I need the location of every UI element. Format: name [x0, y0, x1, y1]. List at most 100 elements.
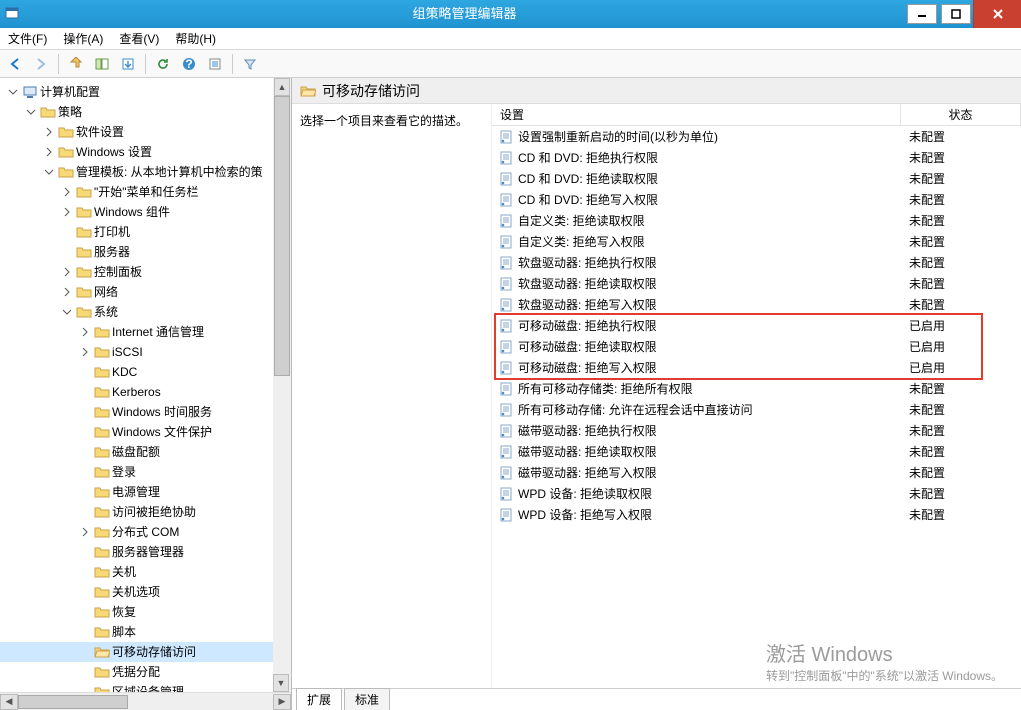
expand-icon[interactable] [78, 325, 92, 339]
setting-status: 未配置 [901, 170, 1021, 187]
list-row[interactable]: 软盘驱动器: 拒绝读取权限未配置 [492, 273, 1021, 294]
folder-icon [76, 305, 92, 319]
tree-item[interactable]: 磁盘配额 [0, 442, 291, 462]
menu-file[interactable]: 文件(F) [0, 28, 55, 50]
tree-item[interactable]: Windows 时间服务 [0, 402, 291, 422]
tree-item[interactable]: 网络 [0, 282, 291, 302]
tree-horizontal-scrollbar[interactable]: ◀ ▶ [0, 692, 291, 710]
export-list-button[interactable] [117, 53, 139, 75]
tab-standard[interactable]: 标准 [344, 688, 390, 710]
scroll-down-button[interactable]: ▼ [273, 674, 289, 692]
up-button[interactable] [65, 53, 87, 75]
tree-item[interactable]: 凭据分配 [0, 662, 291, 682]
properties-button[interactable] [204, 53, 226, 75]
tree-item[interactable]: 系统 [0, 302, 291, 322]
tree-item-label: 打印机 [94, 222, 136, 242]
tree-item[interactable]: 打印机 [0, 222, 291, 242]
expand-icon[interactable] [60, 185, 74, 199]
list-row[interactable]: 磁带驱动器: 拒绝执行权限未配置 [492, 420, 1021, 441]
tree-item[interactable]: KDC [0, 362, 291, 382]
expand-icon[interactable] [42, 125, 56, 139]
tree-item[interactable]: 电源管理 [0, 482, 291, 502]
tree-item[interactable]: 登录 [0, 462, 291, 482]
tree-item[interactable]: 关机选项 [0, 582, 291, 602]
tree-item[interactable]: 控制面板 [0, 262, 291, 282]
menu-action[interactable]: 操作(A) [55, 28, 111, 50]
show-hide-tree-button[interactable] [91, 53, 113, 75]
forward-button[interactable] [30, 53, 52, 75]
expand-icon[interactable] [60, 265, 74, 279]
tree-item[interactable]: 策略 [0, 102, 291, 122]
tree-item[interactable]: 分布式 COM [0, 522, 291, 542]
refresh-button[interactable] [152, 53, 174, 75]
maximize-button[interactable] [941, 4, 971, 24]
scroll-right-button[interactable]: ▶ [273, 694, 291, 710]
list-row[interactable]: CD 和 DVD: 拒绝执行权限未配置 [492, 147, 1021, 168]
tree-item[interactable]: 软件设置 [0, 122, 291, 142]
collapse-icon[interactable] [24, 105, 38, 119]
setting-status: 未配置 [901, 401, 1021, 418]
list-row[interactable]: 所有可移动存储类: 拒绝所有权限未配置 [492, 378, 1021, 399]
tree-item[interactable]: 服务器 [0, 242, 291, 262]
tree-item[interactable]: 恢复 [0, 602, 291, 622]
list-row[interactable]: 可移动磁盘: 拒绝执行权限已启用 [492, 315, 1021, 336]
tree-item[interactable]: 脚本 [0, 622, 291, 642]
list-row[interactable]: 可移动磁盘: 拒绝读取权限已启用 [492, 336, 1021, 357]
tree-item[interactable]: 可移动存储访问 [0, 642, 291, 662]
scroll-thumb[interactable] [274, 96, 290, 376]
list-row[interactable]: CD 和 DVD: 拒绝写入权限未配置 [492, 189, 1021, 210]
minimize-button[interactable] [907, 4, 937, 24]
list-row[interactable]: 磁带驱动器: 拒绝读取权限未配置 [492, 441, 1021, 462]
expand-icon[interactable] [60, 285, 74, 299]
tab-extended[interactable]: 扩展 [296, 688, 342, 710]
list-row[interactable]: 设置强制重新启动的时间(以秒为单位)未配置 [492, 126, 1021, 147]
tree-item[interactable]: 服务器管理器 [0, 542, 291, 562]
tree-item[interactable]: "开始"菜单和任务栏 [0, 182, 291, 202]
list-row[interactable]: CD 和 DVD: 拒绝读取权限未配置 [492, 168, 1021, 189]
list-row[interactable]: 软盘驱动器: 拒绝写入权限未配置 [492, 294, 1021, 315]
tree-item[interactable]: 计算机配置 [0, 82, 291, 102]
scroll-thumb[interactable] [18, 695, 128, 709]
tree-item[interactable]: Kerberos [0, 382, 291, 402]
scroll-left-button[interactable]: ◀ [0, 694, 18, 710]
back-button[interactable] [4, 53, 26, 75]
tree-item[interactable]: iSCSI [0, 342, 291, 362]
filter-button[interactable] [239, 53, 261, 75]
expand-icon[interactable] [60, 205, 74, 219]
folder-icon [94, 325, 110, 339]
list-row[interactable]: 自定义类: 拒绝读取权限未配置 [492, 210, 1021, 231]
collapse-icon[interactable] [6, 85, 20, 99]
list-row[interactable]: WPD 设备: 拒绝读取权限未配置 [492, 483, 1021, 504]
column-status[interactable]: 状态 [901, 104, 1021, 125]
help-button[interactable]: ? [178, 53, 200, 75]
collapse-icon[interactable] [60, 305, 74, 319]
folder-icon [76, 265, 92, 279]
expand-icon[interactable] [78, 345, 92, 359]
list-row[interactable]: 软盘驱动器: 拒绝执行权限未配置 [492, 252, 1021, 273]
tree-item[interactable]: 管理模板: 从本地计算机中检索的策 [0, 162, 291, 182]
list-row[interactable]: 所有可移动存储: 允许在远程会话中直接访问未配置 [492, 399, 1021, 420]
tree-item[interactable]: Windows 文件保护 [0, 422, 291, 442]
tree-item[interactable]: Windows 组件 [0, 202, 291, 222]
menu-view[interactable]: 查看(V) [111, 28, 167, 50]
expand-icon[interactable] [78, 525, 92, 539]
list-row[interactable]: 可移动磁盘: 拒绝写入权限已启用 [492, 357, 1021, 378]
folder-open-icon [300, 84, 316, 98]
expand-icon[interactable] [42, 145, 56, 159]
close-button[interactable] [973, 0, 1021, 28]
list-row[interactable]: WPD 设备: 拒绝写入权限未配置 [492, 504, 1021, 525]
tree-item[interactable]: 关机 [0, 562, 291, 582]
menu-help[interactable]: 帮助(H) [167, 28, 224, 50]
tree-vertical-scrollbar[interactable]: ▲ ▼ [273, 78, 291, 692]
list-row[interactable]: 磁带驱动器: 拒绝写入权限未配置 [492, 462, 1021, 483]
scroll-up-button[interactable]: ▲ [274, 78, 290, 96]
column-setting[interactable]: 设置 [492, 104, 901, 125]
tree-item[interactable]: 区域设备管理 [0, 682, 291, 692]
tree-item[interactable]: Windows 设置 [0, 142, 291, 162]
tree[interactable]: 计算机配置策略软件设置Windows 设置管理模板: 从本地计算机中检索的策"开… [0, 82, 291, 692]
list-row[interactable]: 自定义类: 拒绝写入权限未配置 [492, 231, 1021, 252]
collapse-icon[interactable] [42, 165, 56, 179]
folder-icon [58, 125, 74, 139]
tree-item[interactable]: 访问被拒绝协助 [0, 502, 291, 522]
tree-item[interactable]: Internet 通信管理 [0, 322, 291, 342]
